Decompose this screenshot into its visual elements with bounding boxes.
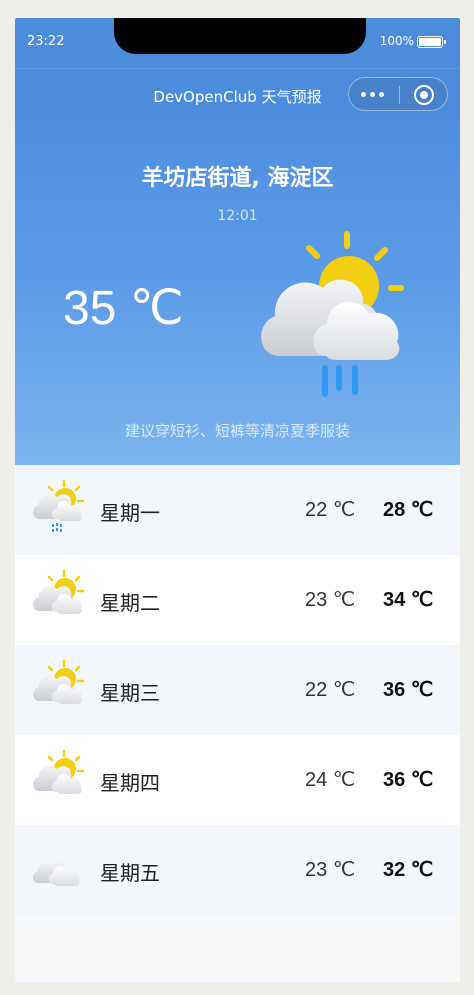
forecast-low-temp: 22 ℃ [305,499,356,521]
forecast-high-temp: 32 ℃ [383,859,434,881]
forecast-low-temp: 24 ℃ [305,769,356,791]
sun-cloud-icon [33,659,85,704]
forecast-row: 星期四 24 ℃ 36 ℃ [15,735,460,825]
forecast-high-temp: 28 ℃ [383,499,434,521]
forecast-high-temp: 34 ℃ [383,589,434,611]
cloud-icon [32,861,80,886]
forecast-day: 星期五 [100,861,160,885]
mini-program-capsule [348,77,448,111]
forecast-row: 星期五 23 ℃ 32 ℃ [15,825,460,915]
update-time: 12:01 [217,208,258,224]
forecast-row: 星期三 22 ℃ 36 ℃ [15,645,460,735]
forecast-day: 星期三 [100,681,160,705]
forecast-day: 星期二 [100,591,160,615]
status-time: 23:22 [27,34,65,49]
forecast-high-temp: 36 ℃ [383,679,434,701]
sun-cloud-icon [33,569,85,614]
navigation-bar: DevOpenClub 天气预报 [15,68,460,120]
forecast-row: 星期二 23 ℃ 34 ℃ [15,555,460,645]
current-temperature: 35 ℃ [63,282,184,335]
forecast-low-temp: 23 ℃ [305,859,356,881]
forecast-list: 星期一 22 ℃ 28 ℃ 星期二 23 ℃ 34 ℃ 星期三 22 ℃ 36 … [15,465,460,915]
battery-percentage: 100% [379,34,414,48]
phone-screen: 23:22 100% DevOpenClub 天气预报 羊坊店街道, 海淀区 1… [15,18,460,982]
forecast-row: 星期一 22 ℃ 28 ℃ [15,465,460,555]
close-mini-program-icon[interactable] [414,85,434,105]
device-notch [114,18,366,54]
status-bar: 23:22 100% [15,18,460,68]
clothing-suggestion: 建议穿短衫、短裤等清凉夏季服装 [124,422,350,440]
sun-cloud-rain-icon [33,479,85,532]
forecast-day: 星期四 [100,771,160,795]
battery-icon [417,36,446,48]
more-menu-icon[interactable] [361,92,387,98]
forecast-high-temp: 36 ℃ [383,769,434,791]
forecast-day: 星期一 [100,501,160,525]
sun-cloud-rain-icon [261,231,404,397]
forecast-low-temp: 22 ℃ [305,679,356,701]
location-name: 羊坊店街道, 海淀区 [141,166,334,191]
forecast-low-temp: 23 ℃ [305,589,356,611]
capsule-divider [399,86,400,104]
sun-cloud-icon [33,749,85,794]
current-weather-panel: 羊坊店街道, 海淀区 12:01 35 ℃ 建议穿短衫、短裤等清凉夏季服装 [15,120,460,465]
